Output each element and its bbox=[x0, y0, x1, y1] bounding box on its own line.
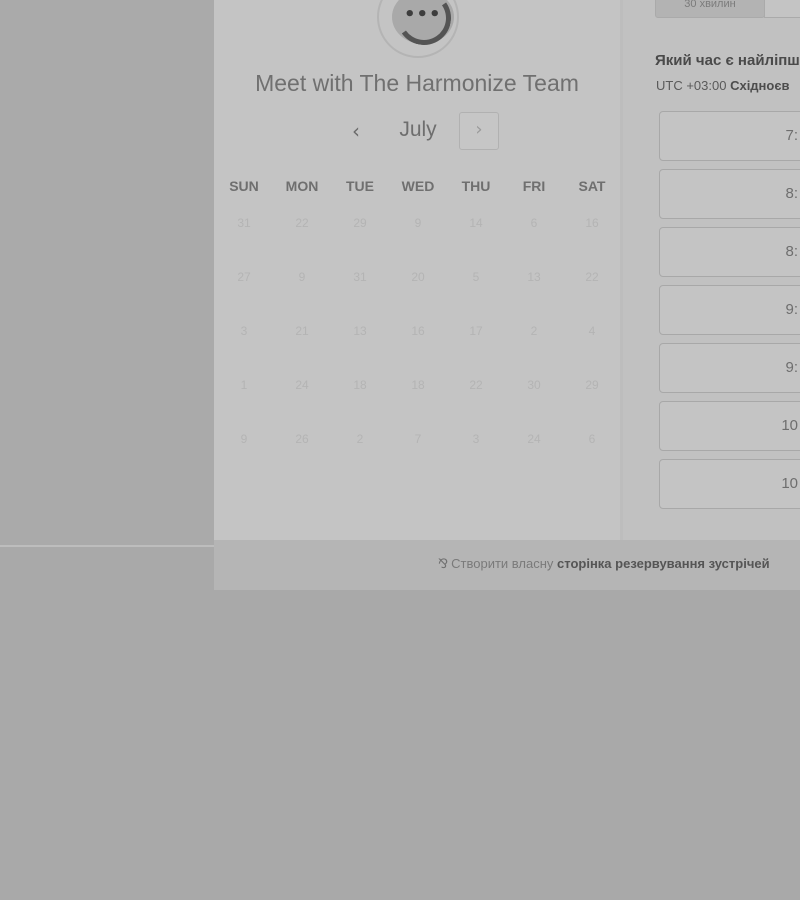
weekday-thu: THU bbox=[461, 178, 491, 194]
calendar-day: 2 bbox=[356, 432, 364, 446]
weekday-sat: SAT bbox=[578, 178, 606, 194]
calendar-day: 21 bbox=[295, 324, 309, 338]
duration-tab-30[interactable]: 30 хвилин bbox=[655, 0, 765, 18]
chat-dots-icon: ••• bbox=[404, 4, 442, 25]
next-month-button[interactable]: › bbox=[459, 112, 499, 150]
weekday-tue: TUE bbox=[346, 178, 374, 194]
calendar-day: 1 bbox=[240, 378, 248, 392]
scheduler-logo-icon: ⅋ bbox=[438, 557, 449, 572]
calendar-day: 3 bbox=[240, 324, 248, 338]
calendar-day: 4 bbox=[588, 324, 596, 338]
time-slot[interactable]: 8: bbox=[659, 169, 800, 219]
calendar-day: 29 bbox=[353, 216, 367, 230]
calendar-day: 5 bbox=[472, 270, 480, 284]
footer-booking-page-link[interactable]: сторінка резервування зустрічей bbox=[557, 556, 770, 571]
calendar-day: 2 bbox=[530, 324, 538, 338]
time-slot[interactable]: 7: bbox=[659, 111, 800, 161]
time-slot[interactable]: 9: bbox=[659, 343, 800, 393]
calendar-day: 24 bbox=[527, 432, 541, 446]
calendar-day: 24 bbox=[295, 378, 309, 392]
calendar-day: 7 bbox=[414, 432, 422, 446]
time-slot[interactable]: 9: bbox=[659, 285, 800, 335]
page-title: Meet with The Harmonize Team bbox=[255, 70, 579, 96]
calendar-day: 27 bbox=[237, 270, 251, 284]
calendar-day: 9 bbox=[414, 216, 422, 230]
calendar-day: 31 bbox=[237, 216, 251, 230]
calendar-day: 13 bbox=[353, 324, 367, 338]
calendar-day: 18 bbox=[411, 378, 425, 392]
footer-prefix: Створити власну bbox=[451, 556, 554, 571]
calendar-day: 16 bbox=[585, 216, 599, 230]
calendar-day: 26 bbox=[295, 432, 309, 446]
footer-promo: ⅋ Створити власну сторінка резервування з… bbox=[438, 556, 770, 572]
calendar-day: 6 bbox=[588, 432, 596, 446]
calendar-day: 29 bbox=[585, 378, 599, 392]
time-slot[interactable]: 8: bbox=[659, 227, 800, 277]
calendar-day: 3 bbox=[472, 432, 480, 446]
calendar-day: 18 bbox=[353, 378, 367, 392]
calendar-day: 31 bbox=[353, 270, 367, 284]
calendar-day: 22 bbox=[585, 270, 599, 284]
calendar-day: 13 bbox=[527, 270, 541, 284]
calendar-day: 16 bbox=[411, 324, 425, 338]
duration-tab-next[interactable] bbox=[764, 0, 800, 18]
weekday-wed: WED bbox=[401, 178, 435, 194]
calendar-day: 22 bbox=[295, 216, 309, 230]
calendar-day: 9 bbox=[298, 270, 306, 284]
timezone-selector[interactable]: UTC +03:00 Східноєв bbox=[656, 78, 790, 93]
time-slot[interactable]: 10 bbox=[659, 459, 800, 509]
time-slot[interactable]: 10 bbox=[659, 401, 800, 451]
calendar-day: 9 bbox=[240, 432, 248, 446]
calendar-day: 6 bbox=[530, 216, 538, 230]
weekday-fri: FRI bbox=[522, 178, 546, 194]
prev-month-button[interactable]: ‹ bbox=[344, 118, 368, 144]
time-question-heading: Який час є найліпш bbox=[655, 52, 800, 69]
calendar-day: 17 bbox=[469, 324, 483, 338]
calendar-day: 22 bbox=[469, 378, 483, 392]
month-label: July bbox=[399, 118, 437, 141]
calendar-day: 30 bbox=[527, 378, 541, 392]
calendar-day: 14 bbox=[469, 216, 483, 230]
weekday-sun: SUN bbox=[229, 178, 259, 194]
timezone-offset: UTC +03:00 bbox=[656, 78, 727, 93]
timezone-name: Східноєв bbox=[730, 78, 790, 93]
calendar-day: 20 bbox=[411, 270, 425, 284]
weekday-mon: MON bbox=[285, 178, 319, 194]
